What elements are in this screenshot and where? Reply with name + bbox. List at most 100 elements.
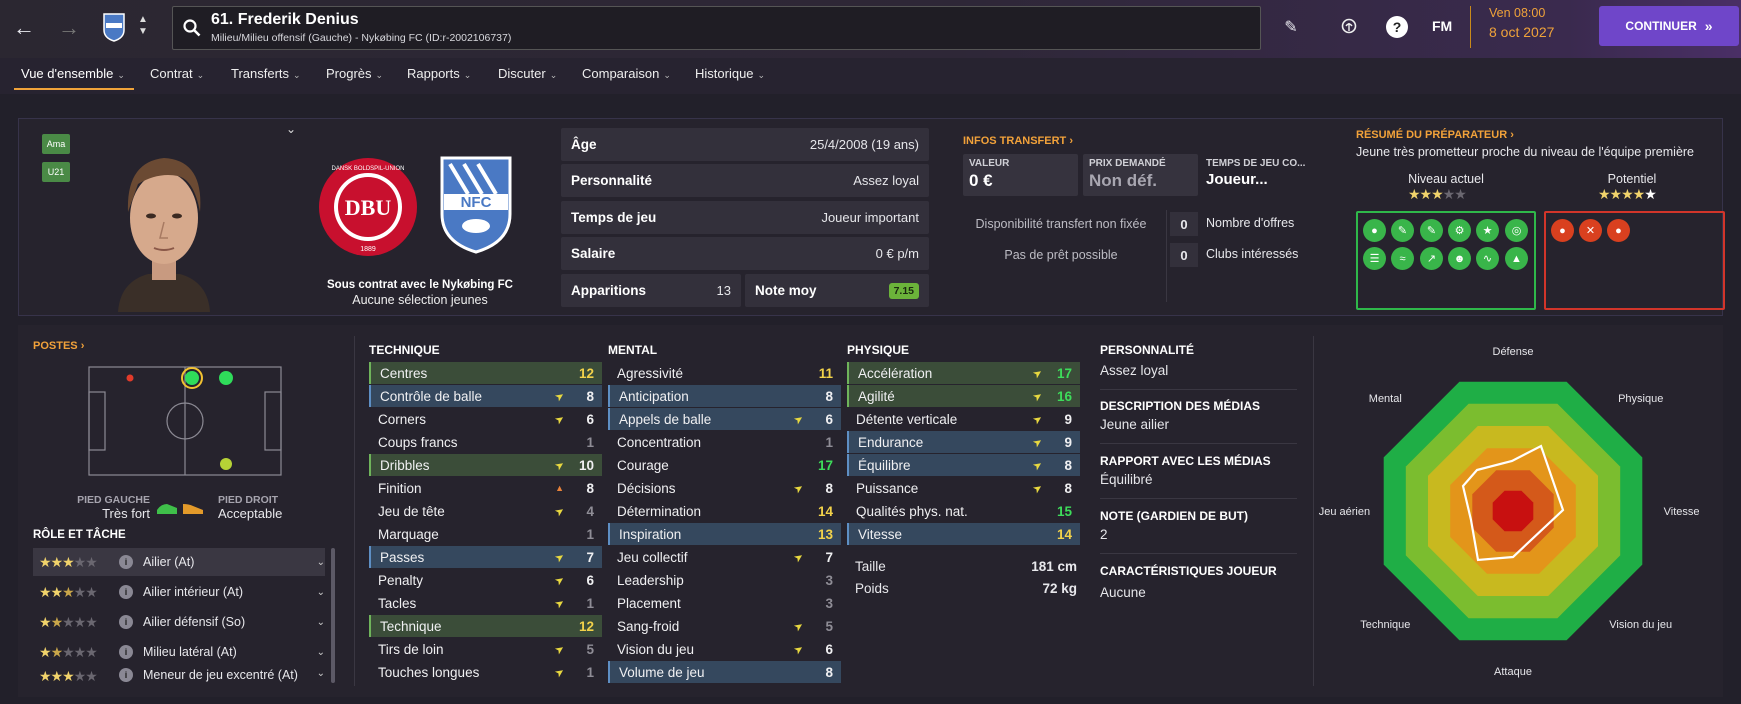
attribute-row-technique[interactable]: Touches longues ➤ 1: [369, 661, 602, 683]
trait-icon[interactable]: ≈: [1391, 247, 1414, 270]
roles-scrollbar[interactable]: [331, 548, 335, 683]
info-playtime-row: Temps de jeu Joueur important: [561, 201, 929, 234]
trait-icon[interactable]: ☰: [1363, 247, 1386, 270]
progress-up-arrow-icon: ➤: [1030, 388, 1045, 404]
coach-report-heading[interactable]: RÉSUMÉ DU PRÉPARATEUR ›: [1356, 129, 1514, 141]
attribute-row-physique[interactable]: Agilité ➤ 16: [847, 385, 1080, 407]
trait-icon[interactable]: ⚙: [1448, 219, 1471, 242]
search-box[interactable]: 61. Frederik Denius Milieu/Milieu offens…: [172, 6, 1261, 50]
chevron-down-icon[interactable]: ⌄: [317, 557, 325, 568]
negative-trait-icon[interactable]: ●: [1551, 219, 1574, 242]
attribute-row-mental[interactable]: Sang-froid ➤ 5: [608, 615, 841, 637]
role-row[interactable]: ★★★★★ i Ailier intérieur (At) ⌄: [33, 578, 325, 606]
edit-pencil-icon[interactable]: ✎: [1280, 16, 1302, 38]
tab-reports[interactable]: Rapports ⌄: [407, 66, 471, 81]
tab-comparison[interactable]: Comparaison ⌄: [582, 66, 671, 81]
attribute-row-technique[interactable]: Marquage 1: [369, 523, 602, 545]
growth-trait-icon[interactable]: ↗: [1420, 247, 1443, 270]
info-salary-label: Salaire: [571, 246, 616, 261]
attribute-row-technique[interactable]: Tirs de loin ➤ 5: [369, 638, 602, 660]
info-icon[interactable]: i: [119, 555, 133, 569]
attribute-row-mental[interactable]: Anticipation 8: [608, 385, 841, 407]
chevron-down-icon[interactable]: ⌄: [317, 647, 325, 658]
attribute-row-mental[interactable]: Décisions ➤ 8: [608, 477, 841, 499]
attribute-row-technique[interactable]: Centres 12: [369, 362, 602, 384]
tab-overview[interactable]: Vue d'ensemble ⌄: [21, 66, 125, 81]
flask-trait-icon[interactable]: ▲: [1505, 247, 1528, 270]
attribute-row-technique[interactable]: Corners ➤ 6: [369, 408, 602, 430]
attribute-name: Centres: [380, 365, 428, 381]
tab-transfers[interactable]: Transferts ⌄: [231, 66, 301, 81]
attribute-row-physique[interactable]: Qualités phys. nat. 15: [847, 500, 1080, 522]
role-row[interactable]: ★★★★★ i Milieu latéral (At) ⌄: [33, 638, 325, 666]
attribute-row-physique[interactable]: Équilibre ➤ 8: [847, 454, 1080, 476]
help-icon[interactable]: ?: [1386, 16, 1408, 38]
attribute-row-technique[interactable]: Finition ▲ 8: [369, 477, 602, 499]
attribute-row-mental[interactable]: Agressivité 11: [608, 362, 841, 384]
chevron-down-icon: ⌄: [663, 70, 671, 80]
attribute-row-physique[interactable]: Détente verticale ➤ 9: [847, 408, 1080, 430]
attribute-row-mental[interactable]: Inspiration 13: [608, 523, 841, 545]
attribute-row-mental[interactable]: Leadership 3: [608, 569, 841, 591]
transfer-info-heading[interactable]: INFOS TRANSFERT ›: [963, 135, 1073, 147]
attribute-row-mental[interactable]: Courage 17: [608, 454, 841, 476]
date-block[interactable]: Ven 08:00 8 oct 2027: [1470, 6, 1554, 48]
chevron-down-icon[interactable]: ⌄: [317, 587, 325, 598]
negative-trait-icon[interactable]: ●: [1607, 219, 1630, 242]
attribute-row-mental[interactable]: Volume de jeu 8: [608, 661, 841, 683]
attribute-row-physique[interactable]: Endurance ➤ 9: [847, 431, 1080, 453]
attribute-row-mental[interactable]: Jeu collectif ➤ 7: [608, 546, 841, 568]
target-trait-icon[interactable]: ◎: [1505, 219, 1528, 242]
trait-icon[interactable]: ●: [1363, 219, 1386, 242]
attribute-row-technique[interactable]: Tacles ➤ 1: [369, 592, 602, 614]
info-icon[interactable]: i: [119, 585, 133, 599]
back-arrow-icon[interactable]: ←: [10, 14, 38, 42]
attribute-value: 17: [1056, 365, 1072, 381]
tab-history[interactable]: Historique ⌄: [695, 66, 765, 81]
attribute-row-technique[interactable]: Passes ➤ 7: [369, 546, 602, 568]
attribute-row-technique[interactable]: Dribbles ➤ 10: [369, 454, 602, 476]
club-crest-small[interactable]: [102, 12, 126, 42]
attribute-row-mental[interactable]: Vision du jeu ➤ 6: [608, 638, 841, 660]
role-row[interactable]: ★★★★★ i Meneur de jeu excentré (At) ⌄: [33, 668, 325, 684]
info-icon[interactable]: i: [119, 615, 133, 629]
info-icon[interactable]: i: [119, 645, 133, 659]
trait-icon[interactable]: ✎: [1391, 219, 1414, 242]
star-trait-icon[interactable]: ★: [1476, 219, 1499, 242]
positions-heading[interactable]: POSTES ›: [33, 340, 84, 352]
club-switch-chevrons-icon[interactable]: ▲ ▼: [138, 14, 148, 38]
wave-trait-icon[interactable]: ∿: [1476, 247, 1499, 270]
attribute-row-physique[interactable]: Vitesse 14: [847, 523, 1080, 545]
radar-axis-label: Technique: [1360, 619, 1410, 631]
head-trait-icon[interactable]: ☻: [1448, 247, 1471, 270]
attribute-row-mental[interactable]: Détermination 14: [608, 500, 841, 522]
chevron-down-icon[interactable]: ⌄: [317, 668, 325, 679]
negative-trait-icon[interactable]: ✕: [1579, 219, 1602, 242]
attribute-row-mental[interactable]: Placement 3: [608, 592, 841, 614]
tab-discuss[interactable]: Discuter ⌄: [498, 66, 557, 81]
role-row[interactable]: ★★★★★ i Ailier (At) ⌄: [33, 548, 325, 576]
tab-contract[interactable]: Contrat ⌄: [150, 66, 204, 81]
attribute-row-mental[interactable]: Concentration 1: [608, 431, 841, 453]
attribute-row-technique[interactable]: Coups francs 1: [369, 431, 602, 453]
attribute-row-technique[interactable]: Penalty ➤ 6: [369, 569, 602, 591]
attribute-row-technique[interactable]: Contrôle de balle ➤ 8: [369, 385, 602, 407]
profile-options-chevron-icon[interactable]: ⌄: [286, 122, 296, 136]
trait-icon[interactable]: ✎: [1420, 219, 1443, 242]
brain-icon[interactable]: [1338, 16, 1360, 38]
forward-arrow-icon[interactable]: →: [55, 14, 83, 42]
attribute-row-physique[interactable]: Puissance ➤ 8: [847, 477, 1080, 499]
role-row[interactable]: ★★★★★ i Ailier défensif (So) ⌄: [33, 608, 325, 636]
amateur-badge: Ama: [42, 134, 70, 154]
attribute-row-physique[interactable]: Accélération ➤ 17: [847, 362, 1080, 384]
attribute-row-mental[interactable]: Appels de balle ➤ 6: [608, 408, 841, 430]
continue-button[interactable]: CONTINUER »: [1599, 6, 1739, 46]
chevron-down-icon[interactable]: ⌄: [317, 617, 325, 628]
fm-logo[interactable]: FM: [1432, 18, 1452, 34]
attribute-row-technique[interactable]: Jeu de tête ➤ 4: [369, 500, 602, 522]
info-icon[interactable]: i: [119, 668, 133, 682]
info-rating-label: Note moy: [755, 283, 817, 298]
info-salary-row[interactable]: Salaire 0 € p/m: [561, 237, 929, 270]
tab-progress[interactable]: Progrès ⌄: [326, 66, 383, 81]
attribute-row-technique[interactable]: Technique 12: [369, 615, 602, 637]
